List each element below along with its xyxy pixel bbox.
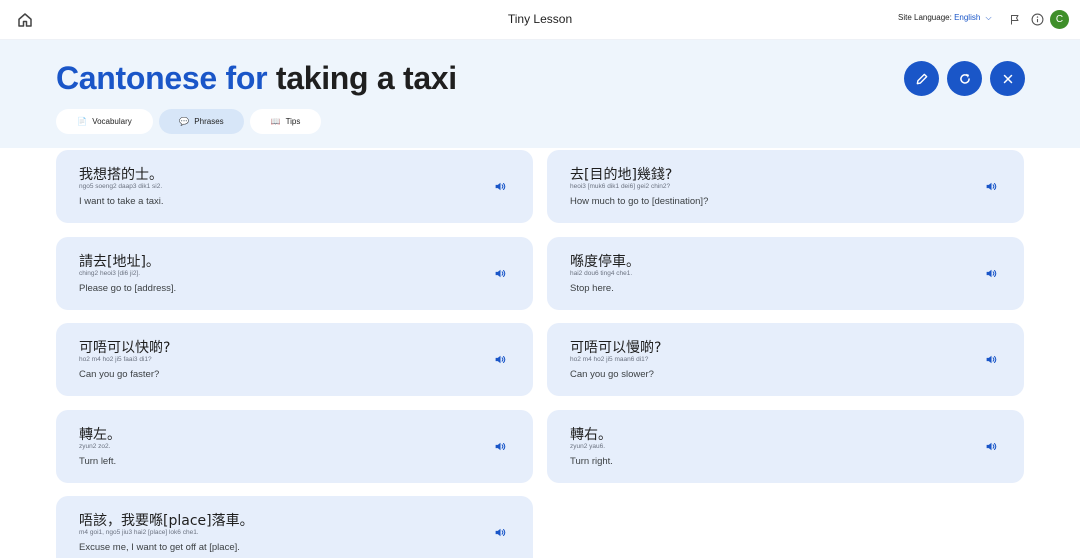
speaker-icon[interactable] xyxy=(494,353,507,366)
phrase-card: 唔該，我要喺[place]落車。 m4 goi1, ngo5 jiu3 hai2… xyxy=(56,496,533,558)
close-button[interactable] xyxy=(990,61,1025,96)
phrase-romanization: ho2 m4 ho2 ji5 faai3 di1? xyxy=(79,356,152,363)
phrase-card: 轉右。 zyun2 yau6. Turn right. xyxy=(547,410,1024,483)
phrase-card: 請去[地址]。 ching2 heoi3 [di6 ji2]. Please g… xyxy=(56,237,533,310)
lesson-header: Cantonese for taking a taxi 📄 Vocabulary… xyxy=(0,40,1080,148)
phrase-card: 可唔可以慢啲? ho2 m4 ho2 ji5 maan6 di1? Can yo… xyxy=(547,323,1024,396)
phrase-translation: How much to go to [destination]? xyxy=(570,196,709,207)
lesson-tabs: 📄 Vocabulary 💬 Phrases 📖 Tips xyxy=(56,109,321,134)
edit-icon xyxy=(916,73,927,84)
phrase-cantonese: 可唔可以慢啲? xyxy=(570,340,662,356)
speaker-icon[interactable] xyxy=(985,267,998,280)
edit-button[interactable] xyxy=(904,61,939,96)
phrase-translation: Can you go faster? xyxy=(79,369,160,380)
phrase-romanization: zyun2 zo2. xyxy=(79,443,111,450)
close-icon xyxy=(1003,74,1012,83)
avatar[interactable]: C xyxy=(1050,10,1069,29)
tab-label: Phrases xyxy=(194,117,224,126)
phrase-romanization: heoi3 [muk6 dik1 dei6] gei2 chin2? xyxy=(570,183,671,190)
title-language: Cantonese for xyxy=(56,60,268,96)
speaker-icon[interactable] xyxy=(494,180,507,193)
speaker-icon[interactable] xyxy=(494,526,507,539)
phrase-cantonese: 去[目的地]幾錢? xyxy=(570,167,673,183)
page-title: Cantonese for taking a taxi xyxy=(56,60,457,97)
site-language-value[interactable]: English xyxy=(954,13,980,22)
phrase-cantonese: 轉右。 xyxy=(570,427,612,443)
speaker-icon[interactable] xyxy=(494,440,507,453)
phrase-card: 我想搭的士。 ngo5 soeng2 daap3 dik1 si2. I wan… xyxy=(56,150,533,223)
phrase-translation: Excuse me, I want to get off at [place]. xyxy=(79,542,240,553)
document-icon: 📄 xyxy=(77,117,88,126)
tab-label: Vocabulary xyxy=(92,117,132,126)
refresh-icon xyxy=(959,73,970,84)
phrase-card: 去[目的地]幾錢? heoi3 [muk6 dik1 dei6] gei2 ch… xyxy=(547,150,1024,223)
tab-tips[interactable]: 📖 Tips xyxy=(250,109,321,134)
speaker-icon[interactable] xyxy=(985,180,998,193)
site-language-selector[interactable]: Site Language: English ⌵ xyxy=(898,13,992,23)
phrase-translation: Turn right. xyxy=(570,456,613,467)
phrase-translation: Turn left. xyxy=(79,456,117,467)
title-topic: taking a taxi xyxy=(275,60,457,96)
phrase-romanization: hai2 dou6 ting4 che1. xyxy=(570,270,633,277)
phrase-cantonese: 我想搭的士。 xyxy=(79,167,163,183)
tab-vocabulary[interactable]: 📄 Vocabulary xyxy=(56,109,153,134)
phrase-translation: Stop here. xyxy=(570,283,614,294)
chevron-down-icon[interactable]: ⌵ xyxy=(986,13,992,23)
speaker-icon[interactable] xyxy=(985,353,998,366)
flag-icon[interactable] xyxy=(1009,13,1021,26)
speaker-icon[interactable] xyxy=(494,267,507,280)
tab-phrases[interactable]: 💬 Phrases xyxy=(159,109,244,134)
speaker-icon[interactable] xyxy=(985,440,998,453)
phrase-cantonese: 轉左。 xyxy=(79,427,121,443)
refresh-button[interactable] xyxy=(947,61,982,96)
phrase-romanization: m4 goi1, ngo5 jiu3 hai2 [place] lok6 che… xyxy=(79,529,199,536)
phrase-cantonese: 請去[地址]。 xyxy=(79,254,160,270)
tab-label: Tips xyxy=(285,117,301,126)
phrase-romanization: ngo5 soeng2 daap3 dik1 si2. xyxy=(79,183,163,190)
phrase-translation: Please go to [address]. xyxy=(79,283,177,294)
book-icon: 📖 xyxy=(270,117,281,126)
site-language-label: Site Language: xyxy=(898,13,952,22)
info-icon[interactable] xyxy=(1031,13,1044,26)
phrase-card: 轉左。 zyun2 zo2. Turn left. xyxy=(56,410,533,483)
chat-bubble-icon: 💬 xyxy=(179,117,190,126)
phrase-romanization: ho2 m4 ho2 ji5 maan6 di1? xyxy=(570,356,649,363)
phrase-translation: I want to take a taxi. xyxy=(79,196,164,207)
phrase-card: 可唔可以快啲? ho2 m4 ho2 ji5 faai3 di1? Can yo… xyxy=(56,323,533,396)
phrase-romanization: zyun2 yau6. xyxy=(570,443,606,450)
phrase-translation: Can you go slower? xyxy=(570,369,654,380)
phrase-card: 喺度停車。 hai2 dou6 ting4 che1. Stop here. xyxy=(547,237,1024,310)
top-bar: Tiny Lesson Site Language: English ⌵ C xyxy=(0,0,1080,40)
phrase-cantonese: 唔該，我要喺[place]落車。 xyxy=(79,513,254,529)
phrase-romanization: ching2 heoi3 [di6 ji2]. xyxy=(79,270,141,277)
phrase-cantonese: 可唔可以快啲? xyxy=(79,340,171,356)
phrase-cantonese: 喺度停車。 xyxy=(570,254,640,270)
